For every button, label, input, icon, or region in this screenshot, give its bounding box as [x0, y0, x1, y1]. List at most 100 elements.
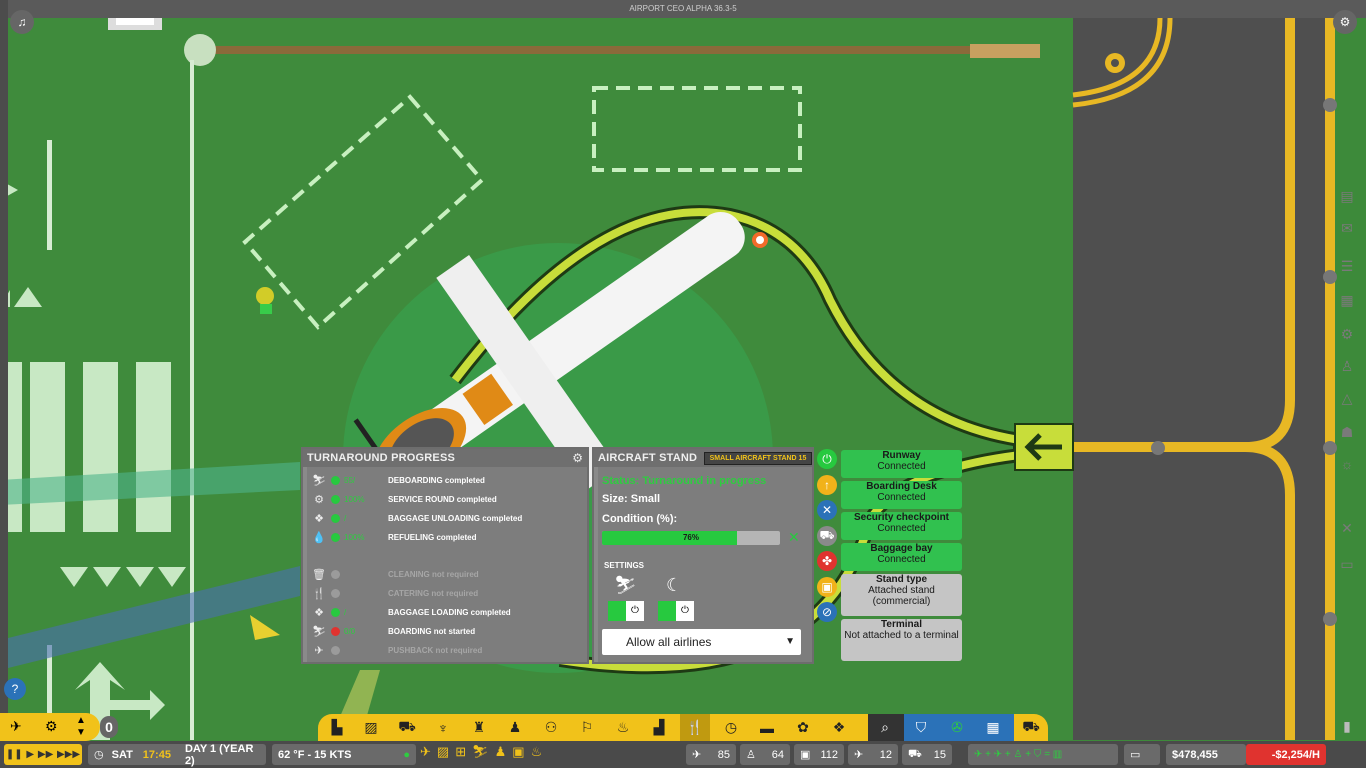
bed-overlay-icon[interactable]: ♨ — [531, 744, 543, 765]
boarding-toggle[interactable]: ⏻ — [608, 601, 644, 621]
shield-icon[interactable]: ⛉ — [906, 714, 936, 741]
cleaning-icon: 🗑 — [312, 568, 326, 581]
turnaround-row: ⛷ 55/DEBOARDING completed — [311, 471, 583, 489]
turnaround-row: 🍴 CATERING not required — [311, 584, 583, 602]
alert-icon[interactable]: △ — [1336, 390, 1358, 412]
staff-icon[interactable]: ⚙ — [1336, 326, 1358, 348]
play-icon[interactable]: ▶ — [26, 749, 34, 760]
ledger-icon: ▭ — [1130, 749, 1141, 761]
airline-filter-select[interactable]: Allow all airlines ▼ — [602, 629, 801, 655]
bus-icon[interactable]: ▤ — [1336, 188, 1358, 210]
bag-overlay-icon[interactable]: ▣ — [512, 744, 524, 765]
stack-tool-icon[interactable]: ❖ — [824, 714, 854, 741]
plane-overlay-icon[interactable]: ✈ — [420, 744, 431, 765]
contracts-icon[interactable]: ▭ — [1336, 556, 1358, 578]
tools-icon[interactable]: ✕ — [1336, 520, 1358, 542]
stats-icon[interactable]: ▮ — [1336, 718, 1358, 740]
ratings-icons: ✈ + ✈ + ♙ + ⛉ = ▥ — [974, 749, 1063, 760]
conveyor-tool-icon[interactable]: ▬ — [752, 714, 782, 741]
progress-value: 0/0 — [344, 626, 356, 636]
aircraft-icon: ✈ — [854, 749, 864, 761]
restroom-tool-icon[interactable]: ♨ — [608, 714, 638, 741]
vehicle-tool-icon[interactable]: ⛟ — [392, 714, 422, 741]
no-fuel-button[interactable]: ⊘ — [817, 602, 837, 622]
status-dot — [331, 588, 340, 598]
grid-overlay-icon[interactable]: ⊞ — [455, 744, 466, 765]
settings-label: SETTINGS — [604, 561, 645, 570]
clock-tool-icon[interactable]: ◷ — [716, 714, 746, 741]
day-name: SAT — [111, 748, 133, 761]
cog-tool-icon[interactable]: ⚙ — [45, 718, 58, 735]
floor-down-icon[interactable]: ▼ — [76, 727, 86, 738]
connection-card: Boarding Desk Connected — [841, 481, 962, 509]
catering-icon: 🍴 — [312, 587, 326, 600]
radar-icon[interactable]: ✇ — [942, 714, 972, 741]
overlay-toggles: ✈ ▨ ⊞ ⛷ ♟ ▣ ♨ — [420, 744, 620, 765]
speed-controls: ❚❚ ▶ ▶▶ ▶▶▶ — [4, 744, 82, 765]
weather-text: 62 °F - 15 KTS — [278, 748, 352, 761]
passenger-icon: ♙ — [746, 749, 756, 761]
research-icon[interactable]: ☼ — [1336, 456, 1358, 478]
tool-tray: ▙ ▨ ⛟ ♆ ♜ ♟ ⚇ ⚐ ♨ ▟ 🍴 ◷ ▬ ✿ ❖ ⌕ ⛉ ✇ ▦ ⛟ — [318, 714, 1048, 741]
finance-icon[interactable]: ▦ — [1336, 292, 1358, 314]
progress-value: 100% — [344, 494, 365, 504]
tower-tool-icon[interactable]: ♆ — [428, 714, 458, 741]
search-icon[interactable]: ⌕ — [870, 714, 900, 741]
mail-icon[interactable]: ✉ — [1336, 220, 1358, 242]
bulldozer-icon[interactable]: ⛟ — [1016, 714, 1046, 741]
upgrade-button[interactable]: ↑ — [817, 474, 837, 495]
plane-tool-icon[interactable]: ✈ — [10, 718, 22, 735]
repair-button[interactable]: ✕ — [817, 500, 837, 520]
title-bar: AIRPORT CEO ALPHA 36.3-5 — [0, 0, 1366, 18]
aircraft-value: 12 — [879, 748, 892, 761]
money-display: $478,455 — [1166, 744, 1246, 765]
list-icon[interactable]: ☰ — [1336, 258, 1358, 280]
foundation-tool-icon[interactable]: ▙ — [322, 714, 352, 741]
floor-up-icon[interactable]: ▲ — [76, 715, 86, 726]
panel-settings-icon[interactable]: ⚙ — [572, 451, 583, 465]
night-setting-icon: ☾ — [666, 575, 683, 595]
pause-icon[interactable]: ❚❚ — [6, 749, 23, 760]
jetbridge-button[interactable]: ⛟ — [817, 525, 837, 546]
grid-icon[interactable]: ▦ — [978, 714, 1008, 741]
zone-overlay-icon[interactable]: ▨ — [437, 744, 449, 765]
repair-icon[interactable]: ✕ — [788, 529, 800, 546]
service-round-icon: ⚙ — [314, 493, 324, 506]
security-tool-icon[interactable]: ⚇ — [536, 714, 566, 741]
bag-icon: ▣ — [800, 749, 811, 761]
refuel-icon: 💧 — [312, 531, 326, 544]
game-world[interactable]: AIRPORT CEO ALPHA 36.3-5 ♫ ⚙ ▤ ✉ ☰ ▦ ⚙ ♙… — [0, 0, 1366, 768]
pushback-icon: ✈ — [314, 644, 324, 657]
connection-card: Terminal Not attached to a terminal — [841, 619, 962, 661]
power-button[interactable]: ⏻ — [817, 449, 837, 469]
progress-value: 100% — [344, 532, 365, 542]
connection-status: Connected — [877, 523, 926, 534]
baggage-button[interactable]: ▣ — [817, 576, 837, 597]
progress-text: DEBOARDING completed — [388, 475, 485, 485]
status-dot — [331, 532, 340, 542]
stand-status: Status: Turnaround in progress — [602, 475, 767, 487]
help-button[interactable]: ? — [4, 678, 26, 700]
progress-text: BAGGAGE UNLOADING completed — [388, 513, 523, 523]
people-overlay-icon[interactable]: ♟ — [495, 744, 507, 765]
gate-tool-icon[interactable]: ▟ — [644, 714, 674, 741]
staff-tool-icon[interactable]: ♟ — [500, 714, 530, 741]
group-icon[interactable]: ☗ — [1336, 424, 1358, 446]
ledger-button[interactable]: ▭ — [1124, 744, 1160, 765]
notifications-button[interactable]: ♫ — [10, 10, 34, 34]
check-tool-icon[interactable]: ⚐ — [572, 714, 602, 741]
desk-tool-icon[interactable]: ♜ — [464, 714, 494, 741]
settings-button[interactable]: ⚙ — [1333, 10, 1357, 34]
walk-overlay-icon[interactable]: ⛷ — [472, 744, 489, 765]
fan-button[interactable]: ✤ — [817, 551, 837, 571]
progress-text: SERVICE ROUND completed — [388, 494, 497, 504]
rate-value: -$2,254/H — [1271, 748, 1320, 761]
faster-icon[interactable]: ▶▶▶ — [57, 749, 80, 760]
turnaround-row: 💧 100% REFUELING completed — [311, 528, 583, 546]
night-toggle[interactable]: ⏻ — [658, 601, 694, 621]
food-tool-icon[interactable]: 🍴 — [680, 714, 710, 741]
plant-tool-icon[interactable]: ✿ — [788, 714, 818, 741]
fast-icon[interactable]: ▶▶ — [38, 749, 53, 760]
zone-tool-icon[interactable]: ▨ — [356, 714, 386, 741]
person-icon[interactable]: ♙ — [1336, 358, 1358, 380]
